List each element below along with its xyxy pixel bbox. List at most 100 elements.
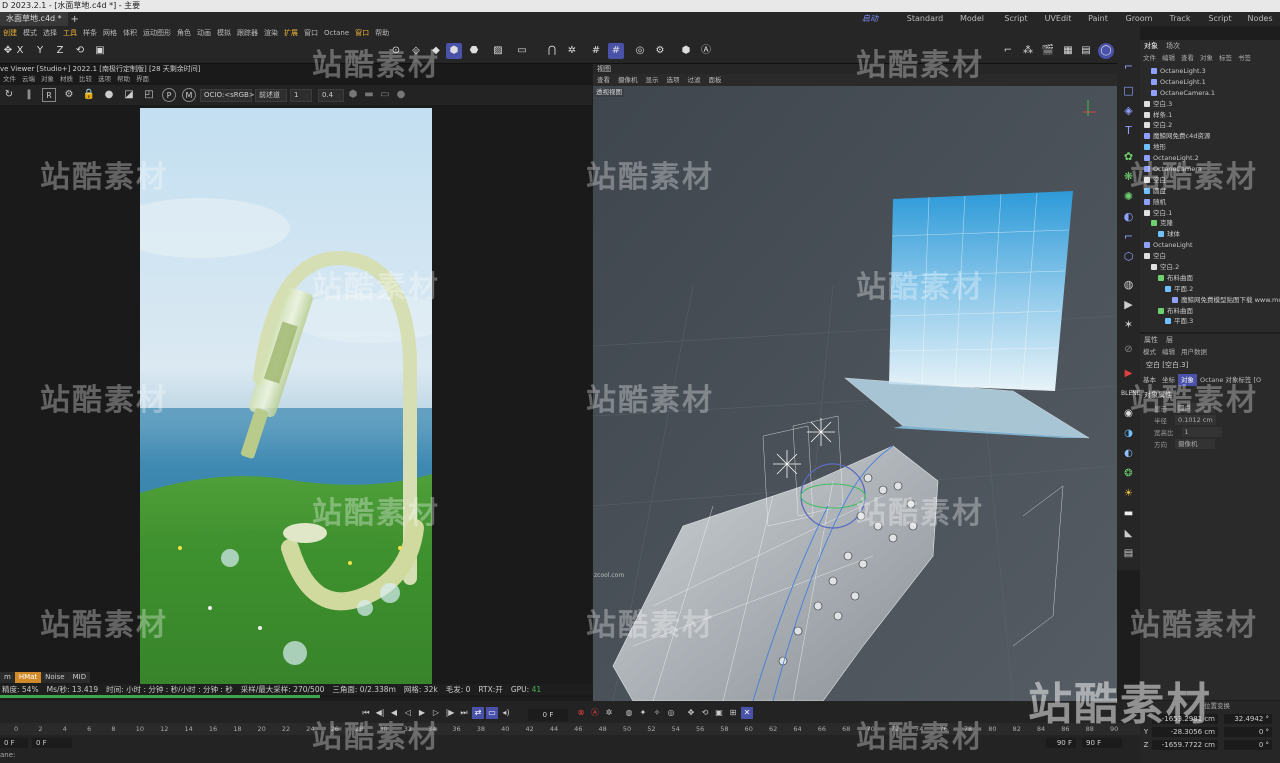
coord-x-rotation[interactable]: 32.4942 ° [1224, 714, 1272, 724]
render-queue-icon[interactable]: ▤ [1078, 43, 1094, 59]
prop-display-value[interactable]: 圆点 [1175, 403, 1215, 413]
menu-character[interactable]: 角色 [174, 26, 194, 40]
render-settings-icon[interactable]: ▶ [1121, 366, 1136, 381]
record-icon[interactable]: ⊗ [575, 707, 587, 719]
object-tree-row[interactable]: 平面.3 [1140, 316, 1280, 327]
axis-y-toggle[interactable]: Y [32, 43, 48, 59]
lv-menu-compare[interactable]: 比较 [76, 74, 95, 84]
axis-x-toggle[interactable]: X [12, 43, 28, 59]
render-view-icon[interactable]: ▣ [92, 43, 108, 59]
lv-menu-file[interactable]: 文件 [0, 74, 19, 84]
coord-z-rotation[interactable]: 0 ° [1224, 740, 1272, 750]
range-preview-start[interactable]: 0 F [32, 738, 72, 748]
deformer-icon[interactable]: ◐ [1120, 208, 1137, 225]
prop-aspect-value[interactable]: 1 [1181, 427, 1222, 437]
coord-y-rotation[interactable]: 0 ° [1224, 727, 1272, 737]
timeline-ruler[interactable]: 0 2 4 6 8 10 12 14 16 18 20 22 24 26 28 30 32 34 36 38 40 42 4… [0, 723, 1140, 735]
value-input-2[interactable]: 0.4 [318, 89, 344, 102]
half-sphere-icon[interactable]: ◑ [1121, 426, 1136, 441]
play-reverse-icon[interactable]: ◁ [402, 707, 414, 719]
cloner-icon[interactable]: ❋ [1120, 168, 1137, 185]
prop-radius-value[interactable]: 0.1012 cm [1175, 415, 1216, 425]
menu-volume[interactable]: 体积 [120, 26, 140, 40]
menu-help[interactable]: 帮助 [372, 26, 392, 40]
mograph-icon[interactable]: ✿ [1120, 148, 1137, 165]
render-region-icon[interactable]: ▦ [1060, 43, 1076, 59]
material-icon[interactable]: ◉ [1121, 406, 1136, 421]
object-tree-row[interactable]: 圆盘 [1140, 186, 1280, 197]
object-tree-row[interactable]: 球体 [1140, 229, 1280, 240]
object-tree-row[interactable]: OctaneLight.1 [1140, 77, 1280, 88]
sound-icon[interactable]: ◂) [500, 707, 512, 719]
prev-key-icon[interactable]: ◀| [374, 707, 386, 719]
snap-grid-icon[interactable]: # [608, 43, 624, 59]
sun-icon[interactable]: ☀ [1121, 486, 1136, 501]
object-tree-row[interactable]: 空白 [1140, 175, 1280, 186]
ocio-select[interactable]: OCIO:<sRGB> ▾ [200, 89, 260, 102]
key-interp-icon[interactable]: ✕ [741, 707, 753, 719]
layout-startup[interactable]: 启动 [840, 12, 900, 26]
image-icon[interactable]: ▭ [378, 88, 392, 102]
octane-hex-icon[interactable]: ⬢ [678, 43, 694, 59]
attr-menu-mode[interactable]: 模式 [1140, 346, 1159, 358]
go-end-icon[interactable]: ⏭ [458, 707, 470, 719]
layout-script[interactable]: Script [994, 12, 1038, 26]
object-tree-row[interactable]: 布料曲面 [1140, 306, 1280, 317]
blend-icon[interactable]: BLEND [1121, 386, 1141, 401]
key-point-icon[interactable]: ⊞ [727, 707, 739, 719]
vp-menu-camera[interactable]: 摄像机 [614, 74, 642, 86]
range-start-field[interactable]: 0 F [0, 738, 28, 748]
text-icon[interactable]: T [1120, 122, 1137, 139]
object-tree-row[interactable]: 魔鲸网免费模型贴图下载 www.moo [1140, 295, 1280, 306]
go-start-icon[interactable]: ⏮ [360, 707, 372, 719]
octane-live-icon[interactable]: ◯ [1098, 43, 1114, 59]
uv-mode-icon[interactable]: ▨ [490, 43, 506, 59]
light-icon[interactable]: ✶ [1120, 316, 1137, 333]
perspective-viewport[interactable]: 视图 查看 摄像机 显示 选项 过滤 面板 zcool.com 透视视图 [593, 64, 1117, 701]
contrast-icon[interactable]: ◐ [1121, 446, 1136, 461]
render-r-button[interactable]: R [42, 88, 56, 102]
camera-icon[interactable]: ▶ [1120, 296, 1137, 313]
circle-icon[interactable]: ● [394, 88, 408, 102]
object-tree-row[interactable]: OctaneLight [1140, 240, 1280, 251]
render-tab-hmat[interactable]: HMat [14, 672, 42, 683]
settings-gear-icon[interactable]: ⚙ [652, 43, 668, 59]
prop-orientation-value[interactable]: 摄像机 [1175, 439, 1215, 449]
subtab-octane-tag[interactable]: Octane 对象标签 [O [1197, 374, 1264, 386]
tab-layers[interactable]: 层 [1162, 334, 1177, 346]
menu-animate[interactable]: 动画 [194, 26, 214, 40]
texture-mode-icon[interactable]: ⬣ [466, 43, 482, 59]
octane-a-icon[interactable]: Ⓐ [698, 43, 714, 59]
edge-mode-icon[interactable]: ◇ [408, 43, 424, 59]
layout-track[interactable]: Track [1160, 12, 1200, 26]
area-light-icon[interactable]: ▬ [1121, 506, 1136, 521]
attr-menu-userdata[interactable]: 用户数据 [1178, 346, 1210, 358]
camera-icon[interactable]: ⌐ [1000, 43, 1016, 59]
spot-light-icon[interactable]: ◣ [1121, 526, 1136, 541]
menu-octane[interactable]: Octane [321, 26, 352, 40]
object-tree-row[interactable]: OctaneLight.2 [1140, 153, 1280, 164]
object-tree-row[interactable]: 布料曲面 [1140, 273, 1280, 284]
om-menu-file[interactable]: 文件 [1140, 52, 1159, 64]
coordinate-system-icon[interactable]: ⟲ [72, 43, 88, 59]
cube-icon[interactable]: ◈ [1120, 102, 1137, 119]
document-tab[interactable]: 水面草地.c4d * [0, 12, 68, 26]
film-icon[interactable]: ▬ [362, 88, 376, 102]
play-icon[interactable]: ▶ [416, 707, 428, 719]
next-frame-icon[interactable]: ▷ [430, 707, 442, 719]
subtab-object[interactable]: 对象 [1178, 374, 1197, 386]
value-input-1[interactable]: 1 [290, 89, 312, 102]
object-tree-row[interactable]: 随机 [1140, 197, 1280, 208]
object-tree-row[interactable]: 空白.1 [1140, 208, 1280, 219]
menu-window-2[interactable]: 窗口 [352, 26, 372, 40]
vp-menu-options[interactable]: 选项 [663, 74, 684, 86]
table-icon[interactable]: ▤ [1121, 546, 1136, 561]
vp-menu-filter[interactable]: 过滤 [684, 74, 705, 86]
new-tab-button[interactable]: + [68, 14, 82, 25]
prev-frame-icon[interactable]: ◀ [388, 707, 400, 719]
grid-icon[interactable]: # [588, 43, 604, 59]
key-rotate-icon[interactable]: ⟲ [699, 707, 711, 719]
coord-z-value[interactable]: -1659.7722 cm [1152, 740, 1218, 750]
tab-takes[interactable]: 场次 [1162, 40, 1184, 52]
object-tree-row[interactable]: 样条.1 [1140, 110, 1280, 121]
